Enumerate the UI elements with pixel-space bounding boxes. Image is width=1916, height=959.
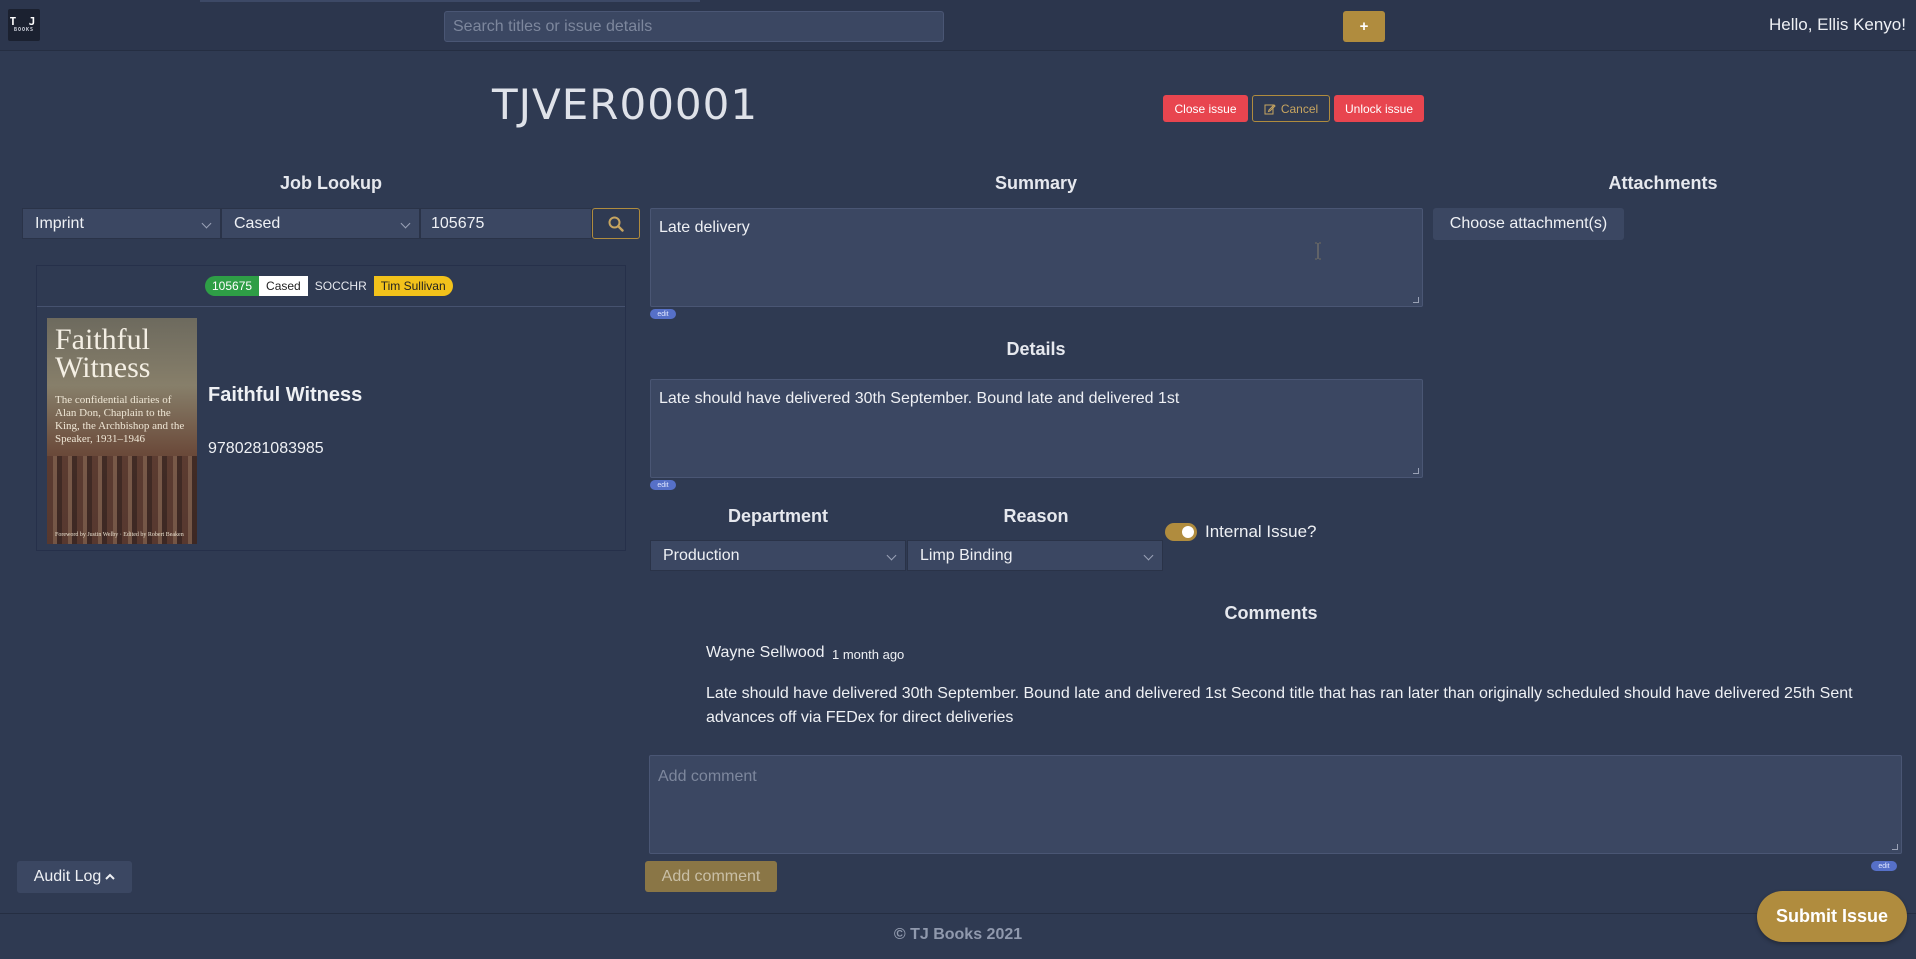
card-divider: [37, 306, 625, 307]
issue-id-title: TJVER00001: [492, 80, 759, 129]
cover-subtitle: The confidential diaries of Alan Don, Ch…: [55, 394, 185, 445]
type-select[interactable]: Imprint: [22, 208, 221, 239]
audit-log-label: Audit Log: [33, 868, 102, 885]
add-comment-textarea[interactable]: Add comment: [649, 755, 1902, 854]
book-isbn: 9780281083985: [208, 440, 324, 457]
footer-copyright: © TJ Books 2021: [893, 926, 1023, 943]
choose-attachments-button[interactable]: Choose attachment(s): [1433, 208, 1624, 240]
chevron-down-icon: [886, 550, 897, 561]
resize-handle-icon[interactable]: [1892, 844, 1898, 850]
resize-handle-icon[interactable]: [1413, 468, 1419, 474]
logo-letters: T J: [9, 15, 39, 28]
summary-title: Summary: [994, 173, 1078, 193]
binding-select-value: Cased: [234, 214, 281, 232]
submit-issue-button[interactable]: Submit Issue: [1757, 891, 1907, 942]
binding-badge: Cased: [259, 276, 308, 296]
details-edit-button[interactable]: edit: [650, 480, 676, 490]
book-title: Faithful Witness: [208, 384, 363, 406]
department-title: Department: [727, 506, 829, 526]
job-card: 105675 Cased SOCCHR Tim Sullivan Faithfu…: [36, 265, 626, 551]
summary-value: Late delivery: [659, 219, 750, 236]
comment-author: Wayne Sellwood: [706, 644, 825, 661]
internal-issue-label: Internal Issue?: [1205, 522, 1317, 541]
toggle-knob: [1182, 526, 1194, 538]
details-value: Late should have delivered 30th Septembe…: [659, 390, 1180, 407]
imprint-code-badge: SOCCHR: [307, 276, 374, 296]
resize-handle-icon[interactable]: [1413, 297, 1419, 303]
user-greeting[interactable]: Hello, Ellis Kenyo!: [1769, 15, 1906, 35]
search-input[interactable]: [444, 11, 944, 42]
comments-title: Comments: [1224, 603, 1318, 623]
job-number-input[interactable]: 105675: [420, 208, 592, 239]
details-title: Details: [1006, 339, 1066, 359]
binding-select[interactable]: Cased: [221, 208, 420, 239]
add-comment-button[interactable]: Add comment: [645, 861, 777, 892]
navbar-accent-line: [200, 0, 700, 2]
cancel-button[interactable]: Cancel: [1252, 95, 1330, 122]
tj-books-logo[interactable]: T J BOOKS: [8, 9, 40, 41]
job-badges: 105675 Cased SOCCHR Tim Sullivan: [205, 276, 453, 296]
summary-textarea[interactable]: Late delivery: [650, 208, 1423, 307]
chevron-up-icon: [105, 873, 116, 880]
close-issue-button[interactable]: Close issue: [1163, 95, 1248, 122]
cover-artwork: [47, 456, 197, 544]
text-cursor-icon: [1315, 242, 1321, 260]
chevron-down-icon: [400, 218, 411, 229]
footer-divider: [0, 913, 1916, 914]
details-textarea[interactable]: Late should have delivered 30th Septembe…: [650, 379, 1423, 478]
type-select-value: Imprint: [35, 214, 84, 232]
search-icon: [608, 216, 624, 232]
unlock-issue-button[interactable]: Unlock issue: [1334, 95, 1424, 122]
contact-badge: Tim Sullivan: [373, 276, 453, 296]
department-value: Production: [663, 546, 740, 564]
job-search-button[interactable]: [592, 208, 640, 239]
top-navbar: T J BOOKS + Hello, Ellis Kenyo!: [0, 0, 1916, 51]
logo-subtitle: BOOKS: [13, 27, 35, 33]
add-issue-button[interactable]: +: [1343, 11, 1385, 42]
comment-placeholder: Add comment: [658, 768, 757, 785]
job-number-value: 105675: [431, 214, 485, 232]
reason-title: Reason: [1003, 506, 1069, 526]
internal-issue-toggle[interactable]: [1165, 523, 1197, 541]
book-cover-image: Faithful Witness The confidential diarie…: [47, 318, 197, 544]
chevron-down-icon: [201, 218, 212, 229]
audit-log-button[interactable]: Audit Log: [17, 861, 132, 893]
reason-select[interactable]: Limp Binding: [907, 540, 1163, 571]
job-lookup-title: Job Lookup: [280, 173, 382, 193]
comment-timestamp: 1 month ago: [832, 647, 905, 662]
edit-icon: [1264, 103, 1276, 114]
job-number-badge: 105675: [205, 276, 260, 296]
cover-title: Faithful Witness: [55, 323, 151, 384]
department-select[interactable]: Production: [650, 540, 906, 571]
summary-edit-button[interactable]: edit: [650, 309, 676, 319]
cancel-label: Cancel: [1280, 101, 1319, 116]
cover-footer: Foreword by Justin Welby · Edited by Rob…: [55, 532, 184, 538]
reason-value: Limp Binding: [920, 546, 1013, 564]
comment-body: Late should have delivered 30th Septembe…: [706, 685, 1853, 726]
comment-edit-button[interactable]: edit: [1871, 861, 1897, 871]
attachments-title: Attachments: [1608, 173, 1718, 193]
chevron-down-icon: [1143, 550, 1154, 561]
